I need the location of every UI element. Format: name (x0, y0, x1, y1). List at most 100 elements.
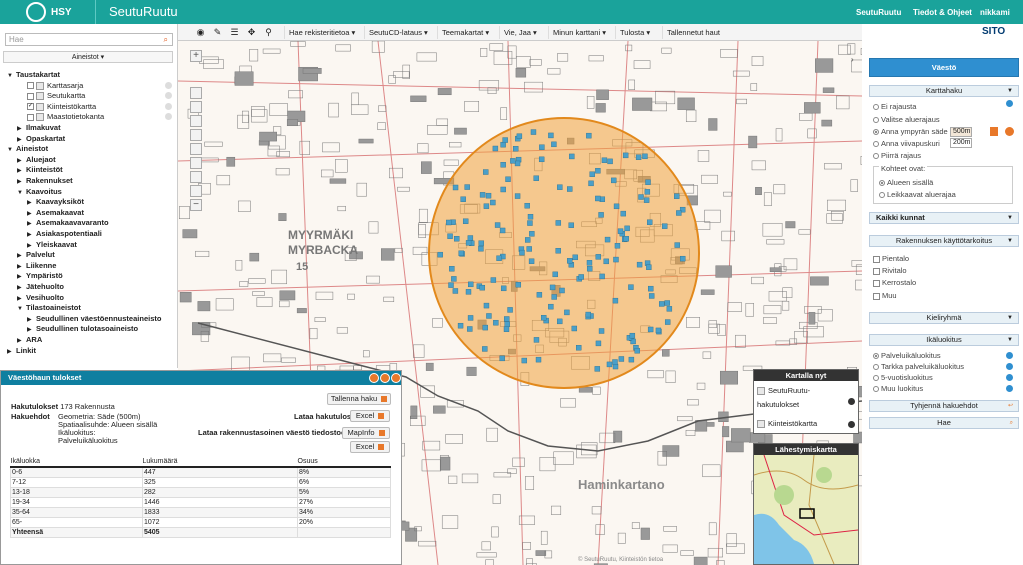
info-icon[interactable] (165, 92, 172, 100)
layer-checkbox[interactable] (27, 92, 34, 100)
pan-tool-icon[interactable]: ✥ (244, 26, 259, 39)
buffer-input[interactable]: 200m (950, 138, 972, 148)
collapsed-arrow-icon[interactable]: ▶ (27, 242, 36, 249)
clear-icon[interactable] (1005, 127, 1014, 136)
map-control-7[interactable] (190, 171, 202, 183)
kayttotarkoitus-header[interactable]: Rakennuksen käyttötarkoitus ▼ (869, 235, 1019, 247)
hae-button[interactable]: Hae ⌕ (869, 417, 1019, 429)
check-kerrostalo[interactable]: Kerrostalo (873, 278, 916, 287)
nav-user[interactable]: nikkami (980, 8, 1010, 17)
info-icon[interactable] (165, 102, 172, 110)
layer-checkbox[interactable] (27, 113, 34, 121)
route-tool-icon[interactable]: ⚲ (261, 26, 276, 39)
collapsed-arrow-icon[interactable]: ▶ (27, 326, 36, 333)
tree-item[interactable]: ▶ Seudullinen väestöennusteaineisto (27, 314, 161, 323)
vaesto-button[interactable]: Väestö (869, 58, 1019, 77)
tree-item[interactable]: ▶ Linkit (7, 346, 36, 355)
ikaluokitus-header[interactable]: Ikäluokitus ▼ (869, 334, 1019, 346)
collapsed-arrow-icon[interactable]: ▶ (17, 337, 26, 344)
search-icon[interactable]: ⌕ (164, 34, 168, 45)
radio-viivapuskuri[interactable]: Anna viivapuskuri (873, 139, 940, 148)
maximize-icon[interactable] (380, 373, 390, 383)
radio-tarkka[interactable]: Tarkka palveluikäluokitus (873, 362, 964, 371)
menu-minun-karttani[interactable]: Minun karttani ▾ (548, 26, 611, 39)
menu-hae-rekisteritietoa[interactable]: Hae rekisteritietoa ▾ (284, 26, 358, 39)
tree-item[interactable]: ▶ Jätehuolto (17, 282, 64, 291)
tree-item[interactable]: ▼ Taustakartat (7, 70, 60, 79)
check-pientalo[interactable]: Pientalo (873, 254, 909, 263)
radio-alueen-sisalla[interactable]: Alueen sisällä (879, 178, 933, 187)
aineistot-header[interactable]: Aineistot ▾ (3, 51, 173, 63)
tree-item[interactable]: ✓ Kiinteistökartta (27, 102, 96, 111)
menu-teemakartat[interactable]: Teemakartat ▾ (437, 26, 491, 39)
radio-ei-rajausta[interactable]: Ei rajausta (873, 102, 916, 111)
tree-item[interactable]: ▶ Vesihuolto (17, 293, 64, 302)
map-control-2[interactable] (190, 101, 202, 113)
tree-item[interactable]: ▶ ARA (17, 335, 42, 344)
collapsed-arrow-icon[interactable]: ▶ (27, 316, 36, 323)
zoom-out-button[interactable]: − (190, 199, 202, 211)
collapsed-arrow-icon[interactable]: ▶ (17, 284, 26, 291)
close-icon[interactable] (391, 373, 401, 383)
layer-checkbox[interactable] (27, 82, 34, 90)
tree-item[interactable]: ▶ Palvelut (17, 250, 55, 259)
menu-vie-jaa[interactable]: Vie, Jaa ▾ (499, 26, 544, 39)
info-icon[interactable] (1006, 100, 1013, 107)
radio-valitse-aluerajaus[interactable]: Valitse aluerajaus (873, 115, 940, 124)
collapsed-arrow-icon[interactable]: ▶ (17, 252, 26, 259)
collapsed-arrow-icon[interactable]: ▶ (17, 263, 26, 270)
collapsed-arrow-icon[interactable]: ▶ (17, 295, 26, 302)
radio-leikkaavat[interactable]: Leikkaavat aluerajaa (879, 190, 956, 199)
expanded-arrow-icon[interactable]: ▼ (7, 147, 16, 153)
expanded-arrow-icon[interactable]: ▼ (17, 190, 26, 196)
collapsed-arrow-icon[interactable]: ▶ (7, 348, 16, 355)
tree-item[interactable]: Maastotietokanta (27, 112, 104, 122)
excel-button-1[interactable]: Excel (350, 410, 390, 422)
layer-seuturuutu[interactable]: SeutuRuutu- (757, 386, 810, 396)
radio-palveluikaluokitus[interactable]: Palveluikäluokitus (873, 351, 941, 360)
map-control-4[interactable] (190, 129, 202, 141)
tree-item[interactable]: ▶ Asiakaspotentiaali (27, 229, 102, 238)
check-rivitalo[interactable]: Rivitalo (873, 266, 907, 275)
mapinfo-button[interactable]: MapInfo (342, 427, 390, 439)
tree-item[interactable]: ▶ Ympäristö (17, 271, 63, 280)
list-tool-icon[interactable]: ☰ (227, 26, 242, 39)
layer-checkbox[interactable]: ✓ (27, 103, 34, 111)
map-control-1[interactable] (190, 87, 202, 99)
collapsed-arrow-icon[interactable]: ▶ (17, 136, 26, 143)
collapsed-arrow-icon[interactable]: ▶ (17, 273, 26, 280)
collapsed-arrow-icon[interactable]: ▶ (27, 220, 36, 227)
tallenna-haku-button[interactable]: Tallenna haku (327, 393, 391, 405)
nav-tiedot-ohjeet[interactable]: Tiedot & Ohjeet (913, 8, 972, 17)
select-tool-icon[interactable]: ◉ (193, 26, 208, 39)
excel-button-2[interactable]: Excel (350, 441, 390, 453)
overview-map[interactable] (754, 455, 858, 564)
karttahaku-header[interactable]: Karttahaku ▼ (869, 85, 1019, 97)
tree-item[interactable]: ▼ Tilastoaineistot (17, 303, 81, 312)
tree-item[interactable]: ▼ Kaavoitus (17, 187, 62, 196)
menu-tulosta[interactable]: Tulosta ▾ (615, 26, 655, 39)
map-control-8[interactable] (190, 185, 202, 197)
tree-item[interactable]: ▶ Asemakaavat (27, 208, 84, 217)
map-control-5[interactable] (190, 143, 202, 155)
map-control-6[interactable] (190, 157, 202, 169)
tree-item[interactable]: Seutukartta (27, 91, 85, 101)
info-icon[interactable] (1006, 352, 1013, 359)
radius-icon[interactable] (990, 127, 998, 136)
tree-item[interactable]: ▶ Asemakaavavaranto (27, 218, 109, 227)
layer-kiinteistokartta[interactable]: Kiinteistökartta (757, 419, 817, 429)
info-icon[interactable] (1006, 363, 1013, 370)
tree-item[interactable]: ▶ Opaskartat (17, 134, 65, 143)
tree-item[interactable]: ▶ Ilmakuvat (17, 123, 61, 132)
info-icon[interactable] (165, 81, 172, 89)
tree-item[interactable]: Karttasarja (27, 81, 83, 90)
collapse-panel-icon[interactable]: › (851, 55, 854, 64)
measure-tool-icon[interactable]: ✎ (210, 26, 225, 39)
radius-input[interactable]: 500m (950, 127, 972, 137)
search-input[interactable]: Hae ⌕ (5, 33, 173, 46)
tree-item[interactable]: ▶ Kiinteistöt (17, 165, 63, 174)
menu-tallennetut-haut[interactable]: Tallennetut haut (662, 26, 728, 39)
tree-item[interactable]: ▶ Aluejaot (17, 155, 56, 164)
collapsed-arrow-icon[interactable]: ▶ (17, 157, 26, 164)
check-muu[interactable]: Muu (873, 291, 897, 300)
